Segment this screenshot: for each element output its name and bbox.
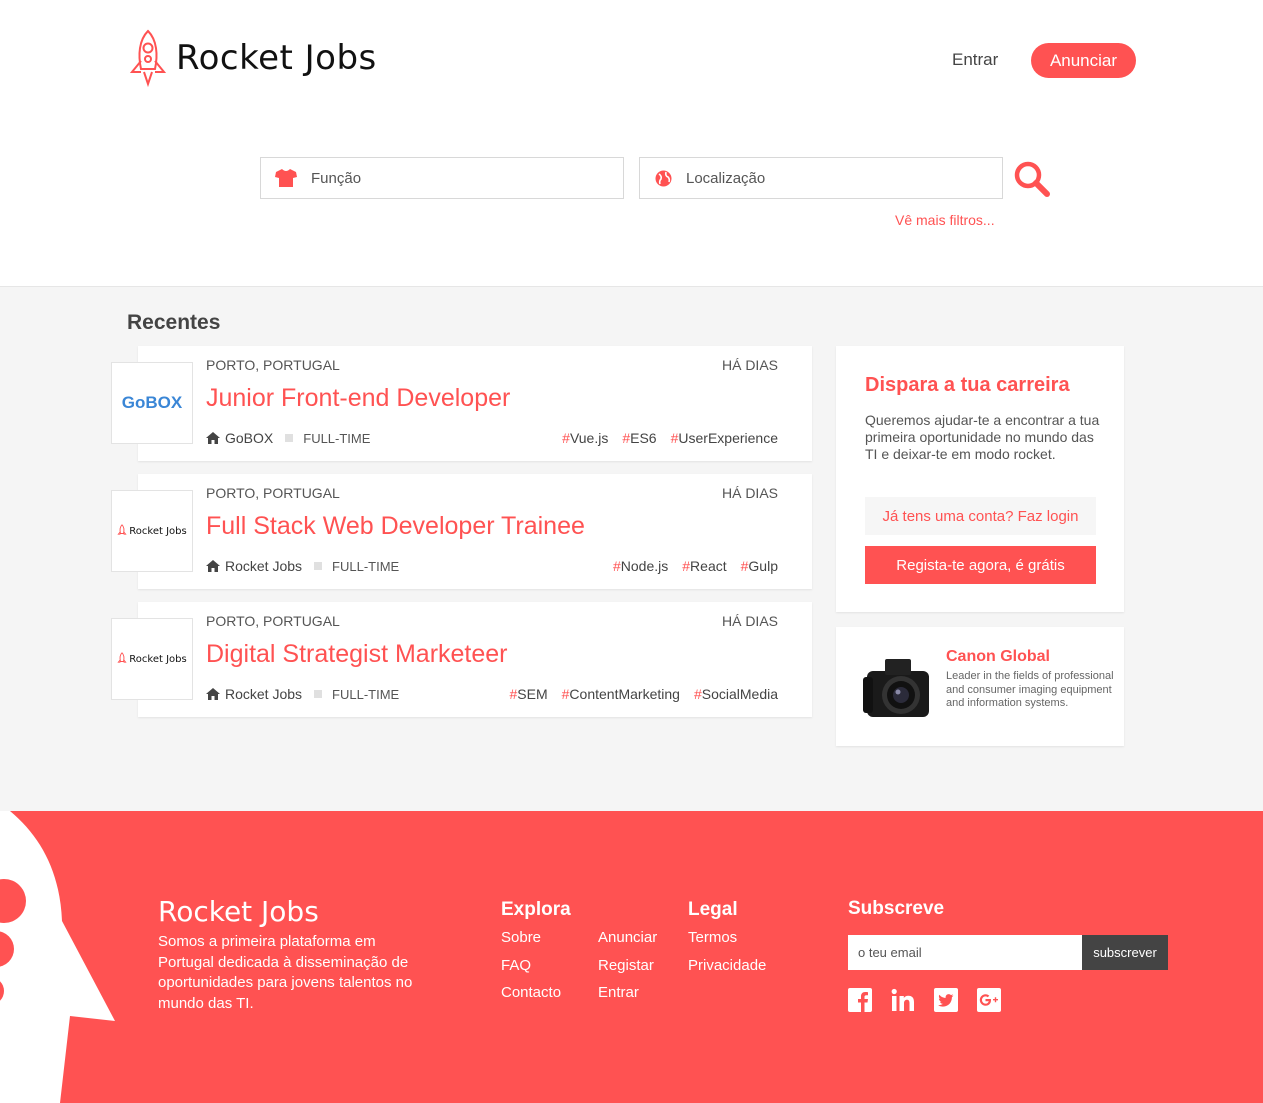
footer-link-login[interactable]: Entrar	[598, 984, 639, 1001]
footer-link-post[interactable]: Anunciar	[598, 929, 657, 946]
tag[interactable]: #React	[682, 558, 726, 574]
tshirt-icon	[261, 169, 311, 187]
job-company: Rocket Jobs	[225, 558, 303, 574]
job-type: FULL-TIME	[332, 558, 400, 574]
ad-title[interactable]: Canon Global	[946, 648, 1050, 666]
job-meta: Rocket Jobs FULL-TIME	[206, 558, 399, 574]
email-field[interactable]: o teu email	[848, 935, 1082, 970]
job-card[interactable]: Rocket Jobs PORTO, PORTUGAL HÁ DIAS Digi…	[111, 602, 812, 717]
job-date: HÁ DIAS	[721, 357, 778, 373]
brand-name: Rocket Jobs	[176, 38, 377, 78]
main-content: Recentes GoBOX PORTO, PORTUGAL HÁ DIAS J…	[0, 287, 1263, 811]
tag[interactable]: #Vue.js	[562, 430, 608, 446]
company-logo: GoBOX	[111, 362, 193, 444]
legal-heading: Legal	[688, 899, 738, 920]
job-meta: GoBOX FULL-TIME	[206, 430, 370, 446]
job-company: Rocket Jobs	[225, 686, 303, 702]
login-prompt-button[interactable]: Já tens uma conta? Faz login	[865, 497, 1096, 535]
footer-link-register[interactable]: Registar	[598, 957, 654, 974]
rocketjobs-logo-text: Rocket Jobs	[129, 525, 187, 537]
career-card: Dispara a tua carreira Queremos ajudar-t…	[836, 346, 1124, 612]
rocket-illustration	[0, 811, 115, 1103]
job-title[interactable]: Digital Strategist Marketeer	[206, 640, 508, 669]
explore-heading: Explora	[501, 899, 571, 920]
job-title[interactable]: Full Stack Web Developer Trainee	[206, 512, 585, 541]
subscribe-heading: Subscreve	[848, 898, 945, 919]
job-company: GoBOX	[225, 430, 274, 446]
job-date: HÁ DIAS	[721, 485, 778, 501]
job-location: PORTO, PORTUGAL	[206, 357, 340, 373]
ad-text: Leader in the fields of professional and…	[946, 670, 1114, 709]
google-plus-icon[interactable]	[977, 988, 1001, 1012]
job-type: FULL-TIME	[303, 430, 371, 446]
search-icon	[1014, 161, 1050, 197]
ad-card[interactable]: Canon Global Leader in the fields of pro…	[836, 627, 1124, 746]
tag[interactable]: #UserExperience	[671, 430, 778, 446]
tag[interactable]: #Node.js	[613, 558, 668, 574]
location-search-field[interactable]: Localização	[639, 157, 1003, 199]
job-tags: #SEM #ContentMarketing #SocialMedia	[509, 686, 778, 702]
separator	[314, 562, 323, 570]
rocketjobs-logo-text: Rocket Jobs	[129, 653, 187, 665]
company-logo: Rocket Jobs	[111, 490, 193, 572]
job-card[interactable]: Rocket Jobs PORTO, PORTUGAL HÁ DIAS Full…	[111, 474, 812, 589]
footer-link-privacy[interactable]: Privacidade	[688, 957, 766, 974]
job-tags: #Node.js #React #Gulp	[613, 558, 778, 574]
facebook-icon[interactable]	[848, 988, 872, 1012]
footer-link-faq[interactable]: FAQ	[501, 957, 531, 974]
career-text: Queremos ajudar-te a encontrar a tua pri…	[865, 412, 1100, 462]
job-location: PORTO, PORTUGAL	[206, 485, 340, 501]
recent-title: Recentes	[127, 311, 221, 334]
company-logo: Rocket Jobs	[111, 618, 193, 700]
globe-icon	[640, 170, 686, 187]
job-card[interactable]: GoBOX PORTO, PORTUGAL HÁ DIAS Junior Fro…	[111, 346, 812, 461]
job-meta: Rocket Jobs FULL-TIME	[206, 686, 399, 702]
search-button[interactable]	[1013, 160, 1051, 198]
job-type: FULL-TIME	[332, 686, 400, 702]
tag[interactable]: #ContentMarketing	[562, 686, 680, 702]
camera-image	[863, 659, 929, 717]
tag[interactable]: #SEM	[509, 686, 547, 702]
separator	[285, 434, 294, 442]
role-search-input[interactable]: Função	[311, 170, 361, 187]
footer-link-terms[interactable]: Termos	[688, 929, 737, 946]
footer-link-contact[interactable]: Contacto	[501, 984, 561, 1001]
footer: Rocket Jobs Somos a primeira plataforma …	[0, 811, 1263, 1103]
footer-brand: Rocket Jobs	[158, 895, 319, 928]
home-icon	[206, 688, 220, 700]
linkedin-icon[interactable]	[891, 988, 915, 1012]
tag[interactable]: #SocialMedia	[694, 686, 778, 702]
job-title[interactable]: Junior Front-end Developer	[206, 384, 510, 413]
home-icon	[206, 560, 220, 572]
rocket-icon	[117, 652, 127, 663]
job-date: HÁ DIAS	[721, 613, 778, 629]
rocket-icon	[117, 524, 127, 535]
job-tags: #Vue.js #ES6 #UserExperience	[562, 430, 778, 446]
separator	[314, 690, 323, 698]
tag[interactable]: #ES6	[622, 430, 656, 446]
job-location: PORTO, PORTUGAL	[206, 613, 340, 629]
home-icon	[206, 432, 220, 444]
role-search-field[interactable]: Função	[260, 157, 624, 199]
header: Rocket Jobs Entrar Anunciar Função Local…	[0, 0, 1263, 287]
career-title: Dispara a tua carreira	[865, 374, 1070, 396]
brand-logo[interactable]: Rocket Jobs	[126, 28, 377, 88]
twitter-icon[interactable]	[934, 988, 958, 1012]
footer-about: Somos a primeira plataforma em Portugal …	[158, 933, 413, 1012]
rocket-icon	[129, 29, 167, 88]
footer-link-about[interactable]: Sobre	[501, 929, 541, 946]
subscribe-button[interactable]: subscrever	[1082, 935, 1168, 970]
gobox-logo-text: GoBOX	[121, 393, 183, 412]
post-job-button[interactable]: Anunciar	[1031, 43, 1136, 78]
more-filters-link[interactable]: Vê mais filtros...	[895, 212, 995, 228]
location-search-input[interactable]: Localização	[686, 170, 765, 187]
register-button[interactable]: Regista-te agora, é grátis	[865, 546, 1096, 584]
login-link[interactable]: Entrar	[952, 50, 998, 70]
tag[interactable]: #Gulp	[741, 558, 778, 574]
